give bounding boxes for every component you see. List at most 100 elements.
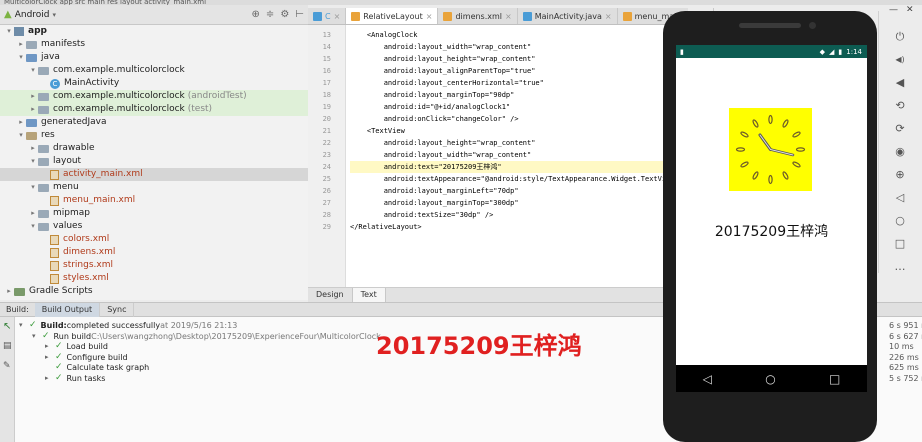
nav-recents-icon[interactable]: □ bbox=[829, 372, 840, 386]
code-line[interactable]: android:id="@+id/analogClock1" bbox=[350, 101, 510, 113]
nav-home-icon[interactable]: ○ bbox=[765, 372, 775, 386]
expand-icon[interactable]: ▸ bbox=[45, 341, 55, 352]
back-icon[interactable]: ◁ bbox=[891, 190, 909, 206]
tab-design[interactable]: Design bbox=[308, 288, 353, 302]
build-row[interactable]: ▾ ✓ Run build C:\Users\wangzhong\Desktop\2… bbox=[32, 331, 381, 342]
volume-down-icon[interactable]: ◀ bbox=[891, 75, 909, 91]
editor-tab[interactable]: MainActivity.java × bbox=[518, 8, 618, 24]
home-icon[interactable]: ○ bbox=[891, 213, 909, 229]
tree-item[interactable]: ▾ menu bbox=[0, 181, 308, 194]
expand-right-icon[interactable]: ▸ bbox=[28, 103, 38, 116]
overview-icon[interactable]: □ bbox=[891, 236, 909, 252]
build-row[interactable]: ▸ ✓ Run tasks bbox=[45, 373, 105, 384]
tree-item[interactable]: ▸ Gradle Scripts bbox=[0, 285, 308, 298]
code-line[interactable]: android:layout_marginTop="300dp" bbox=[350, 197, 519, 209]
nav-back-icon[interactable]: ◁ bbox=[703, 372, 712, 386]
tree-item[interactable]: ▾ java bbox=[0, 51, 308, 64]
close-tab-icon[interactable]: × bbox=[334, 12, 341, 21]
power-icon[interactable]: ⏻ bbox=[891, 29, 909, 45]
volume-up-icon[interactable]: ◀) bbox=[891, 52, 909, 68]
editor-tab[interactable]: C × bbox=[308, 8, 347, 24]
tree-item[interactable]: ▸ drawable bbox=[0, 142, 308, 155]
code-line[interactable]: android:layout_width="wrap_content" bbox=[350, 41, 532, 53]
tree-item[interactable]: ▸ com.example.multicolorclock (androidTest… bbox=[0, 90, 308, 103]
code-line[interactable]: android:textAppearance="@android:style/T… bbox=[350, 173, 666, 185]
build-tab[interactable]: Sync bbox=[100, 302, 135, 317]
zoom-in-icon[interactable]: ⊕ bbox=[891, 167, 909, 183]
tree-item[interactable]: ▸ mipmap bbox=[0, 207, 308, 220]
project-view-selector[interactable]: ▲ Android ▾ bbox=[4, 9, 56, 20]
code-line[interactable]: <TextView bbox=[350, 125, 405, 137]
tree-item[interactable]: ▸ manifests bbox=[0, 38, 308, 51]
tab-text[interactable]: Text bbox=[352, 288, 386, 302]
tree-item[interactable]: C MainActivity bbox=[0, 77, 308, 90]
collapse-icon[interactable]: ≑ bbox=[266, 9, 274, 20]
expand-down-icon[interactable]: ▾ bbox=[28, 220, 38, 233]
tree-item[interactable]: ▾ app bbox=[0, 25, 308, 38]
expand-icon[interactable]: ▾ bbox=[19, 320, 29, 331]
editor-tab[interactable]: RelativeLayout × bbox=[346, 8, 439, 24]
close-tab-icon[interactable]: × bbox=[426, 12, 433, 21]
code-line[interactable]: android:layout_alignParentTop="true" bbox=[350, 65, 536, 77]
tree-item[interactable]: ▸ com.example.multicolorclock (test) bbox=[0, 103, 308, 116]
gear-icon[interactable]: ⚙ bbox=[280, 9, 289, 20]
expand-down-icon[interactable]: ▾ bbox=[4, 25, 14, 38]
tree-item[interactable]: ▾ res bbox=[0, 129, 308, 142]
code-line[interactable]: android:layout_width="wrap_content" bbox=[350, 149, 532, 161]
expand-right-icon[interactable]: ▸ bbox=[28, 207, 38, 220]
editor-tab[interactable]: dimens.xml × bbox=[438, 8, 518, 24]
code-line[interactable]: android:layout_centerHorizontal="true" bbox=[350, 77, 544, 89]
code-line[interactable]: android:textSize="30dp" /> bbox=[350, 209, 494, 221]
expand-right-icon[interactable]: ▸ bbox=[28, 90, 38, 103]
expand-down-icon[interactable]: ▾ bbox=[16, 51, 26, 64]
tree-item[interactable]: strings.xml bbox=[0, 259, 308, 272]
close-tab-icon[interactable]: × bbox=[505, 12, 512, 21]
expand-down-icon[interactable]: ▾ bbox=[28, 181, 38, 194]
expand-icon[interactable]: ▸ bbox=[45, 373, 55, 384]
code-line[interactable]: android:onClick="changeColor" /> bbox=[350, 113, 519, 125]
tree-item[interactable]: styles.xml bbox=[0, 272, 308, 285]
build-row[interactable]: ▸ ✓ Load build bbox=[45, 341, 108, 352]
expand-icon[interactable]: ▾ bbox=[32, 331, 42, 342]
tree-item[interactable]: dimens.xml bbox=[0, 246, 308, 259]
tree-item[interactable]: ▾ values bbox=[0, 220, 308, 233]
code-line[interactable]: android:layout_marginLeft="70dp" bbox=[350, 185, 519, 197]
code-line[interactable]: android:layout_height="wrap_content" bbox=[350, 137, 536, 149]
more-icon[interactable]: … bbox=[891, 259, 909, 275]
analog-clock[interactable] bbox=[729, 108, 812, 191]
tree-item[interactable]: menu_main.xml bbox=[0, 194, 308, 207]
expand-right-icon[interactable]: ▸ bbox=[16, 116, 26, 129]
build-tab[interactable]: Build Output bbox=[34, 302, 101, 317]
hide-icon[interactable]: ⊢ bbox=[295, 9, 304, 20]
code-line[interactable]: android:layout_marginTop="90dp" bbox=[350, 89, 515, 101]
expand-right-icon[interactable]: ▸ bbox=[28, 142, 38, 155]
expand-down-icon[interactable]: ▾ bbox=[28, 155, 38, 168]
expand-right-icon[interactable]: ▸ bbox=[16, 38, 26, 51]
rotate-right-icon[interactable]: ⟳ bbox=[891, 121, 909, 137]
expand-right-icon[interactable]: ▸ bbox=[4, 285, 14, 298]
tree-item[interactable]: colors.xml bbox=[0, 233, 308, 246]
tree-item[interactable]: activity_main.xml bbox=[0, 168, 308, 181]
camera-icon[interactable]: ◉ bbox=[891, 144, 909, 160]
code-editor[interactable]: <AnalogClock android:layout_width="wrap_… bbox=[346, 25, 666, 287]
build-row[interactable]: ✓ Calculate task graph bbox=[45, 362, 149, 373]
expand-down-icon[interactable]: ▾ bbox=[16, 129, 26, 142]
code-line[interactable]: </RelativeLayout> bbox=[350, 221, 422, 233]
sync-icon[interactable]: ⊕ bbox=[252, 9, 260, 20]
close-tab-icon[interactable]: × bbox=[605, 12, 612, 21]
build-row[interactable]: ▾ ✓ Build: completed successfully at 2019/… bbox=[19, 320, 237, 331]
expand-icon[interactable]: ▸ bbox=[45, 352, 55, 363]
tree-item[interactable]: ▾ layout bbox=[0, 155, 308, 168]
code-line[interactable]: android:layout_height="wrap_content" bbox=[350, 53, 536, 65]
tree-item[interactable]: ▸ generatedJava bbox=[0, 116, 308, 129]
phone-screen[interactable] bbox=[676, 45, 867, 365]
rotate-left-icon[interactable]: ⟲ bbox=[891, 98, 909, 114]
code-line[interactable]: android:text="20175209王梓鸿" bbox=[350, 161, 666, 173]
pin-icon[interactable]: ✎ bbox=[3, 361, 11, 371]
code-line[interactable]: <AnalogClock bbox=[350, 29, 418, 41]
layout-icon[interactable]: ▤ bbox=[3, 341, 12, 351]
expand-down-icon[interactable]: ▾ bbox=[28, 64, 38, 77]
build-row[interactable]: ▸ ✓ Configure build bbox=[45, 352, 128, 363]
hammer-icon[interactable]: ↖ bbox=[3, 321, 11, 332]
tree-item[interactable]: ▾ com.example.multicolorclock bbox=[0, 64, 308, 77]
